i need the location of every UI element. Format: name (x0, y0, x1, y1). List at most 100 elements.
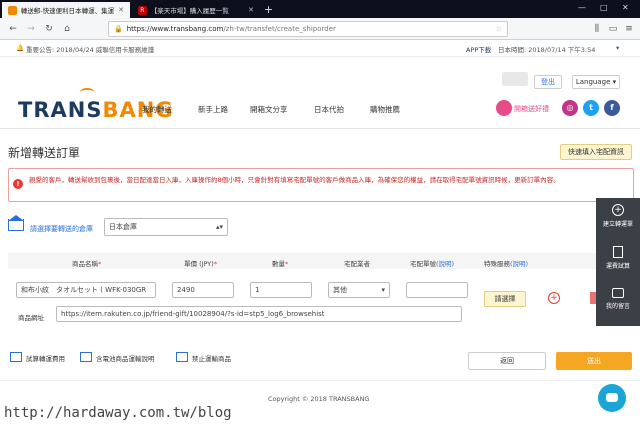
sidebar-icon[interactable]: ▭ (606, 22, 620, 36)
col-carrier: 宅配業者 (344, 260, 370, 268)
tab-rakuten[interactable]: R 【楽天市場】購入履歴一覧 ✕ (132, 2, 260, 18)
twitter-icon[interactable]: t (583, 100, 599, 116)
tracking-help-link[interactable]: (說明) (436, 260, 454, 268)
facebook-icon[interactable]: f (604, 100, 620, 116)
library-icon[interactable]: ⫼ (590, 22, 604, 36)
col-special: 特殊服務(說明) (484, 258, 528, 268)
back-button[interactable]: 返回 (468, 352, 546, 370)
avatar[interactable] (502, 72, 528, 86)
add-row-icon[interactable]: + (548, 292, 560, 304)
favicon-icon: R (138, 5, 147, 15)
warehouse-label: 請選擇要轉送的倉庫 (30, 225, 93, 233)
col-quantity-label: 數量 (272, 260, 285, 268)
address-bar[interactable]: 🔒 https://www.transbang.com/zh-tw/transf… (108, 21, 508, 37)
submit-button[interactable]: 送出 (556, 352, 632, 370)
carrier-value: 其他 (333, 286, 347, 294)
col-price: 單價 (JPY)* (184, 258, 217, 268)
copyright: Copyright © 2018 TRANSBANG (268, 395, 370, 403)
col-product-name: 商品名稱* (72, 258, 101, 268)
promo-link[interactable]: 開箱送好禮 (514, 104, 549, 114)
tab-transbang[interactable]: 轉送郵-快速便利日本轉運、集運 ✕ (2, 2, 130, 18)
notice-box: ! 親愛的客戶，轉送幫收到包裹後，當日配達當日入庫，入庫操作約8個小時，只會針對… (8, 168, 634, 202)
bookmark-star-icon[interactable]: ☆ (496, 25, 502, 33)
top-info-bar: 🔔 重要公告: 2018/04/24 威聯信用卡服務維護 APP下載 日本時間:… (0, 40, 640, 57)
menu-icon[interactable]: ≡ (622, 22, 636, 36)
new-tab-icon[interactable]: + (264, 3, 273, 16)
col-product-name-label: 商品名稱 (72, 260, 98, 268)
special-service-button[interactable]: 請選擇 (484, 291, 526, 307)
calculator-icon (613, 246, 623, 258)
col-quantity: 數量* (272, 258, 288, 268)
required-mark: * (285, 260, 289, 268)
language-label: Language (575, 78, 611, 86)
logout-button[interactable]: 登出 (534, 75, 562, 89)
quantity-input[interactable]: 1 (250, 282, 312, 298)
notice-text: 親愛的客戶，轉送幫收到包裹後，當日配達當日入庫，入庫操作約8個小時，只會針對有填… (29, 176, 560, 184)
footer-divider (0, 380, 640, 381)
truck-icon (176, 352, 188, 362)
language-button[interactable]: Language ▾ (572, 75, 620, 89)
logo-part1: TRANS (18, 98, 103, 122)
url-domain: https://www.transbang.com (126, 25, 224, 33)
col-tracking: 宅配單號(說明) (410, 258, 454, 268)
search-box[interactable] (516, 21, 586, 37)
messages-shortcut[interactable]: 我的留言 (596, 288, 640, 310)
col-special-label: 特殊服務 (484, 260, 510, 268)
create-order-shortcut[interactable]: + 建立轉運單 (596, 204, 640, 228)
nav-shopping-picks[interactable]: 購物推薦 (370, 104, 400, 115)
chat-icon (606, 393, 618, 402)
estimate-fee-link[interactable]: 試算轉運費用 (26, 353, 65, 363)
chevron-down-icon: ▴▾ (215, 223, 223, 231)
forward-icon[interactable]: → (24, 22, 38, 36)
tab-label: 轉送郵-快速便利日本轉運、集運 (20, 7, 115, 15)
tracking-input[interactable] (406, 282, 468, 298)
favicon-icon (8, 5, 17, 15)
battery-icon (80, 352, 92, 362)
reload-icon[interactable]: ↻ (42, 22, 56, 36)
time-caret-icon[interactable]: ▾ (616, 44, 619, 52)
close-tab-icon[interactable]: ✕ (118, 6, 124, 14)
minimize-icon[interactable]: — (578, 3, 586, 12)
gift-icon[interactable] (496, 100, 512, 116)
chevron-down-icon: ▾ (381, 286, 385, 294)
warehouse-value: 日本倉庫 (109, 223, 137, 231)
product-name-input[interactable]: 和布小紋 タオルセット ( WFK-030GR (16, 282, 156, 298)
prohibited-items-link[interactable]: 禁止運輸商品 (192, 353, 231, 363)
carrier-select[interactable]: 其他 ▾ (328, 282, 390, 298)
browser-toolbar: ← → ↻ ⌂ 🔒 https://www.transbang.com/zh-t… (0, 18, 640, 40)
app-download-link[interactable]: APP下載 (466, 44, 491, 54)
tab-label: 【楽天市場】購入履歴一覧 (150, 7, 229, 15)
create-order-label: 建立轉運單 (602, 221, 633, 228)
nav-my-shipping[interactable]: 我的轉送 (142, 104, 172, 115)
lock-icon: 🔒 (114, 25, 123, 33)
fee-calculator-shortcut[interactable]: 運費試算 (596, 246, 640, 270)
special-help-link[interactable]: (說明) (510, 260, 528, 268)
product-url-input[interactable]: https://item.rakuten.co.jp/friend-gift/1… (56, 306, 462, 322)
price-input[interactable]: 2490 (172, 282, 234, 298)
announcement-text[interactable]: 重要公告: 2018/04/24 威聯信用卡服務維護 (26, 44, 154, 54)
table-header (8, 253, 634, 269)
live-chat-button[interactable] (598, 384, 626, 412)
battery-info-link[interactable]: 含電池商品運輸說明 (96, 353, 155, 363)
plus-circle-icon: + (612, 204, 624, 216)
japan-time: 日本時間: 2018/07/14 下午3:54 (498, 46, 596, 54)
fee-calculator-label: 運費試算 (605, 263, 630, 270)
instagram-icon[interactable]: ◎ (562, 100, 578, 116)
close-window-icon[interactable]: ✕ (622, 3, 629, 12)
warehouse-select[interactable]: 日本倉庫 ▴▾ (104, 218, 228, 236)
required-mark: * (213, 260, 218, 268)
col-price-label: 單價 (JPY) (184, 260, 214, 268)
alert-icon: ! (13, 179, 23, 189)
required-mark: * (98, 260, 102, 268)
maximize-icon[interactable]: □ (600, 3, 608, 12)
nav-getting-started[interactable]: 新手上路 (198, 104, 228, 115)
announcement-icon: 🔔 (16, 44, 25, 52)
home-icon[interactable]: ⌂ (60, 22, 74, 36)
url-label: 商品網址 (18, 314, 44, 322)
back-icon[interactable]: ← (6, 22, 20, 36)
nav-unboxing[interactable]: 開箱文分享 (250, 104, 288, 115)
quick-fill-button[interactable]: 快速填入宅配資訊 (560, 144, 632, 160)
warehouse-roof-icon (8, 214, 24, 221)
nav-japan-proxy-bid[interactable]: 日本代拍 (314, 104, 344, 115)
close-tab-icon[interactable]: ✕ (248, 6, 254, 14)
